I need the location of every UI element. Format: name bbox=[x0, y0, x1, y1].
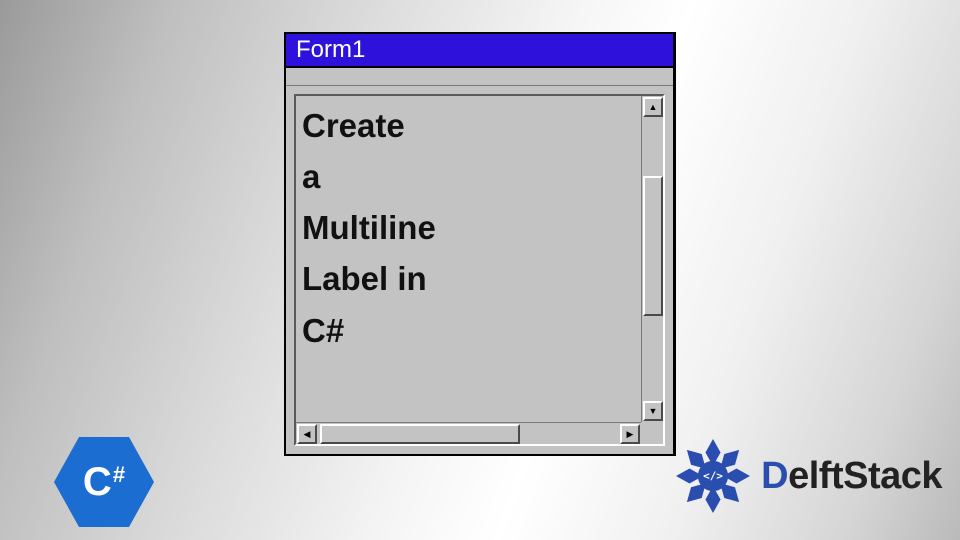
hexagon-icon: C# bbox=[54, 432, 154, 532]
form-window: Form1 Create a Multiline Label in C# ▲ ▼… bbox=[284, 32, 676, 456]
horizontal-scroll-thumb[interactable] bbox=[320, 424, 520, 444]
chevron-right-icon: ▶ bbox=[627, 429, 634, 440]
csharp-badge: C# bbox=[54, 432, 154, 532]
titlebar[interactable]: Form1 bbox=[286, 34, 673, 68]
scroll-up-button[interactable]: ▲ bbox=[643, 97, 663, 117]
window-title: Form1 bbox=[296, 36, 365, 64]
menubar bbox=[286, 68, 673, 86]
scroll-down-button[interactable]: ▼ bbox=[643, 401, 663, 421]
scroll-right-button[interactable]: ▶ bbox=[620, 424, 640, 444]
svg-text:</>: </> bbox=[703, 470, 723, 483]
client-area: Create a Multiline Label in C# ▲ ▼ ◀ ▶ bbox=[294, 94, 665, 446]
multiline-label: Create a Multiline Label in C# bbox=[302, 100, 639, 420]
horizontal-scrollbar[interactable]: ◀ ▶ bbox=[296, 422, 641, 444]
delftstack-logo-icon: </> bbox=[671, 434, 755, 518]
vertical-scroll-thumb[interactable] bbox=[643, 176, 663, 316]
vertical-scrollbar[interactable]: ▲ ▼ bbox=[641, 96, 663, 422]
delftstack-brand: </> DelftStack bbox=[671, 434, 942, 518]
chevron-down-icon: ▼ bbox=[649, 406, 658, 416]
scrollbar-corner bbox=[641, 422, 663, 444]
scroll-left-button[interactable]: ◀ bbox=[297, 424, 317, 444]
delftstack-brand-text: DelftStack bbox=[761, 455, 942, 498]
csharp-badge-text: C# bbox=[83, 460, 125, 505]
chevron-left-icon: ◀ bbox=[304, 429, 311, 440]
chevron-up-icon: ▲ bbox=[649, 102, 658, 112]
